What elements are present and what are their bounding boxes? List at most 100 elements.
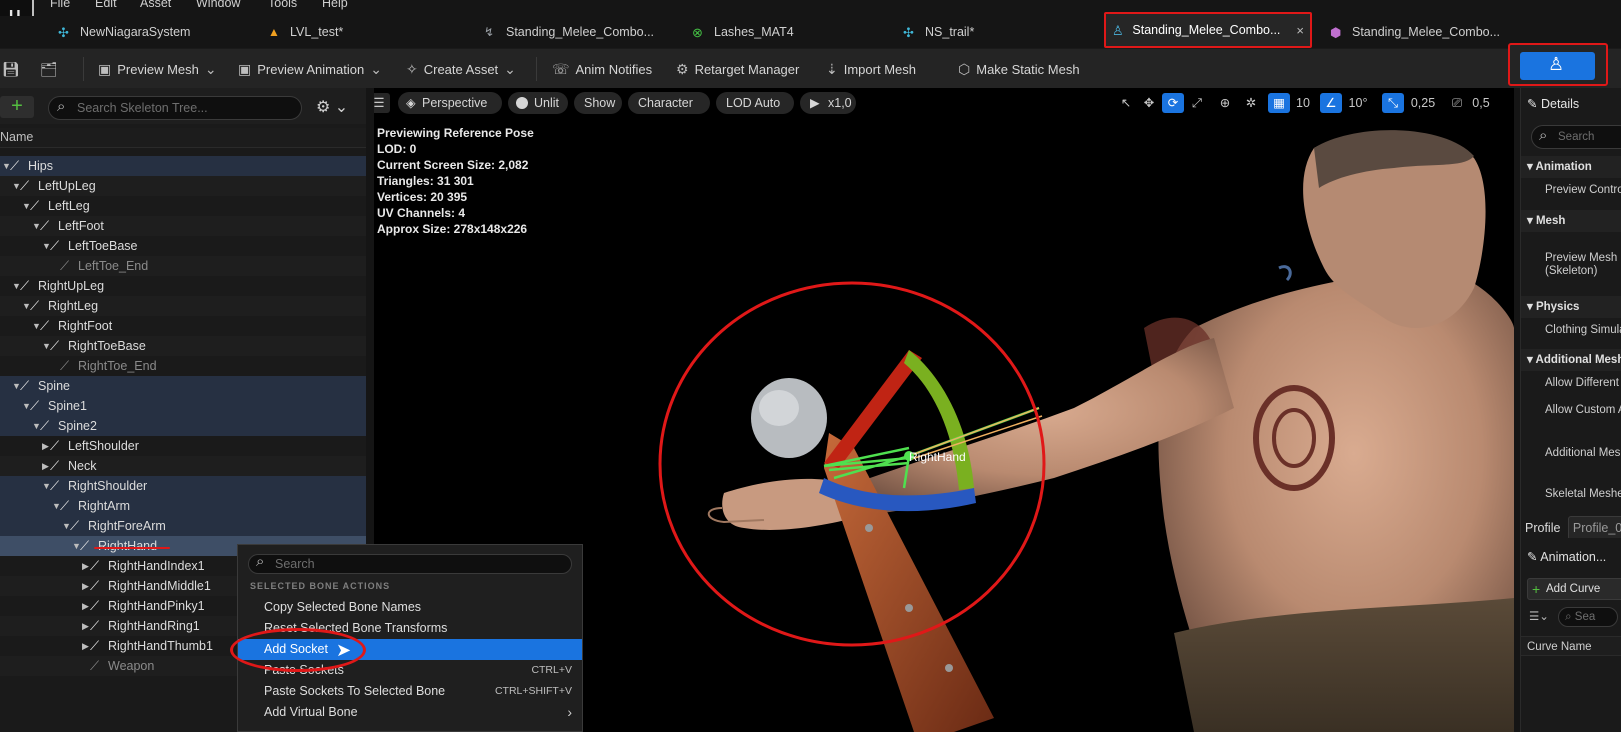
import-mesh-button[interactable]: ⇣ Import Mesh	[826, 58, 916, 80]
bone-row-righttoe-end[interactable]: ⟋ RightToe_End	[0, 356, 366, 376]
scale-mode-icon[interactable]: ⤢	[1186, 93, 1208, 113]
perspective-button[interactable]: ◈ Perspective	[398, 92, 502, 114]
curve-name-column-header: Curve Name	[1521, 636, 1621, 656]
copy-selected-bone-names-item[interactable]: Copy Selected Bone Names	[238, 597, 582, 618]
scale-snap-icon[interactable]: ⤡	[1382, 93, 1404, 113]
unlit-button[interactable]: Unlit	[508, 92, 568, 114]
details-section-physics[interactable]: ▾ Physics	[1521, 296, 1621, 318]
anim-notifies-button[interactable]: ☏ Anim Notifies	[552, 58, 652, 80]
bone-row-leftfoot[interactable]: ▼ ⟋ LeftFoot	[0, 216, 366, 236]
menu-edit[interactable]: Edit	[95, 0, 117, 10]
bone-row-righttoebase[interactable]: ▼ ⟋ RightToeBase	[0, 336, 366, 356]
details-section-mesh[interactable]: ▾ Mesh	[1521, 210, 1621, 232]
animation-curves-tab[interactable]: ✎ Animation...	[1521, 546, 1621, 568]
bone-icon: ⟋	[80, 538, 90, 553]
expand-arrow-icon[interactable]: ▶	[82, 556, 89, 576]
details-section-additional-mesh[interactable]: ▾ Additional Mesh	[1521, 349, 1621, 371]
bone-row-rightleg[interactable]: ▼ ⟋ RightLeg	[0, 296, 366, 316]
preview-mesh-button[interactable]: ▣ Preview Mesh ⌄	[98, 58, 217, 80]
profile-dropdown[interactable]: Profile_0	[1567, 516, 1621, 538]
details-section-animation[interactable]: ▾ Animation	[1521, 156, 1621, 178]
preview-animation-button[interactable]: ▣ Preview Animation ⌄	[238, 58, 382, 80]
paste-sockets-to-selected-bone-item[interactable]: Paste Sockets To Selected Bone CTRL+SHIF…	[238, 681, 582, 702]
stats-line: Vertices: 20 395	[377, 190, 468, 204]
bone-row-rightupleg[interactable]: ▼ ⟋ RightUpLeg	[0, 276, 366, 296]
bone-row-hips[interactable]: ▼ ⟋ Hips	[0, 156, 366, 176]
bone-row-spine[interactable]: ▼ ⟋ Spine	[0, 376, 366, 396]
details-tab[interactable]: ✎ Details	[1521, 94, 1621, 114]
save-icon[interactable]: 💾︎	[2, 58, 20, 80]
expand-arrow-icon[interactable]: ▶	[42, 456, 49, 476]
gear-icon[interactable]: ⚙ ⌄	[316, 97, 348, 117]
viewport-menu-icon[interactable]: ☰	[374, 93, 390, 113]
bone-name-label: Spine1	[48, 399, 87, 413]
expand-arrow-icon[interactable]: ▶	[82, 636, 89, 656]
details-search-input[interactable]: ⌕ Search	[1531, 125, 1621, 149]
rotate-mode-icon[interactable]: ⟳	[1162, 93, 1184, 113]
lod-auto-button[interactable]: LOD Auto	[716, 92, 794, 114]
bone-row-rightfoot[interactable]: ▼ ⟋ RightFoot	[0, 316, 366, 336]
menu-help[interactable]: Help	[322, 0, 348, 10]
bone-row-lefttoebase[interactable]: ▼ ⟋ LeftToeBase	[0, 236, 366, 256]
show-button[interactable]: Show	[574, 92, 622, 114]
select-mode-icon[interactable]: ↖	[1116, 93, 1136, 113]
play-icon: ▶	[810, 96, 820, 110]
tab-lvl-test[interactable]: ▲ LVL_test*	[268, 16, 343, 48]
menu-file[interactable]: File	[50, 0, 70, 10]
tab-standing-melee-animation[interactable]: ↯ Standing_Melee_Combo...	[484, 16, 654, 48]
close-tab-icon[interactable]: ×	[1296, 23, 1304, 38]
scale-snap-value[interactable]: 0,25	[1406, 93, 1440, 113]
filter-icon[interactable]: ☰⌄	[1529, 611, 1549, 623]
bone-row-spine1[interactable]: ▼ ⟋ Spine1	[0, 396, 366, 416]
tab-ns-trail[interactable]: ✣ NS_trail*	[903, 16, 974, 48]
add-curve-button[interactable]: + Add Curve	[1527, 578, 1621, 600]
bone-row-rightforearm[interactable]: ▼ ⟋ RightForeArm	[0, 516, 366, 536]
grid-snap-icon[interactable]: ▦	[1268, 93, 1290, 113]
bone-name-label: LeftShoulder	[68, 439, 139, 453]
menu-asset[interactable]: Asset	[140, 0, 171, 10]
tab-standing-melee-skeleton[interactable]: ♙ Standing_Melee_Combo... ×	[1104, 12, 1312, 48]
rotation-snap-icon[interactable]: ∠	[1320, 93, 1342, 113]
bone-row-leftshoulder[interactable]: ▶ ⟋ LeftShoulder	[0, 436, 366, 456]
animation-icon: ↯	[484, 25, 495, 39]
expand-arrow-icon[interactable]: ▶	[82, 596, 89, 616]
tab-lashes-mat4[interactable]: ⊗ Lashes_MAT4	[692, 16, 794, 48]
niagara-system-icon: ✣	[903, 25, 914, 40]
skeleton-tree-search-input[interactable]: Search Skeleton Tree...	[48, 96, 302, 120]
asset-tab-bar: ✣ NewNiagaraSystem ▲ LVL_test* ↯ Standin…	[0, 12, 1621, 48]
add-bone-button[interactable]: +	[0, 96, 34, 118]
add-virtual-bone-item[interactable]: Add Virtual Bone ›	[238, 702, 582, 723]
coordinate-space-icon[interactable]: ⊕	[1214, 93, 1236, 113]
bone-row-spine2[interactable]: ▼ ⟋ Spine2	[0, 416, 366, 436]
bone-row-rightshoulder[interactable]: ▼ ⟋ RightShoulder	[0, 476, 366, 496]
surface-snap-icon[interactable]: ✲	[1240, 93, 1262, 113]
create-asset-button[interactable]: ✧ Create Asset ⌄	[406, 58, 516, 80]
curve-search-input[interactable]: ⌕ Sea	[1558, 607, 1619, 627]
make-static-mesh-button[interactable]: ⬡ Make Static Mesh	[958, 58, 1080, 80]
expand-arrow-icon[interactable]: ▶	[42, 436, 49, 456]
tab-standing-melee-physics[interactable]: ⬢ Standing_Melee_Combo...	[1330, 16, 1500, 48]
tab-new-niagara-system[interactable]: ✣ NewNiagaraSystem	[58, 16, 190, 48]
context-menu-search-input[interactable]: Search	[248, 553, 572, 574]
skeleton-mode-button[interactable]	[1508, 43, 1608, 86]
bone-row-leftupleg[interactable]: ▼ ⟋ LeftUpLeg	[0, 176, 366, 196]
camera-speed-icon[interactable]: ⎚	[1446, 93, 1468, 113]
camera-speed-value[interactable]: 0,5	[1468, 93, 1494, 113]
grid-snap-value[interactable]: 10	[1292, 93, 1314, 113]
playback-speed-button[interactable]: ▶ x1,0	[800, 92, 856, 114]
bone-row-neck[interactable]: ▶ ⟋ Neck	[0, 456, 366, 476]
bone-row-lefttoe-end[interactable]: ⟋ LeftToe_End	[0, 256, 366, 276]
expand-arrow-icon[interactable]: ▶	[82, 576, 89, 596]
retarget-manager-button[interactable]: ⚙ Retarget Manager	[676, 58, 799, 80]
browse-asset-icon[interactable]: 🗂︎	[40, 58, 58, 80]
translate-mode-icon[interactable]: ✥	[1138, 93, 1160, 113]
sphere-icon	[516, 97, 528, 109]
menu-tools[interactable]: Tools	[268, 0, 297, 10]
bone-row-rightarm[interactable]: ▼ ⟋ RightArm	[0, 496, 366, 516]
curve-filter-row: ☰⌄ ⌕ Sea	[1521, 606, 1621, 628]
menu-window[interactable]: Window	[196, 0, 240, 10]
rotation-snap-value[interactable]: 10°	[1344, 93, 1372, 113]
bone-row-leftleg[interactable]: ▼ ⟋ LeftLeg	[0, 196, 366, 216]
character-button[interactable]: Character	[628, 92, 710, 114]
expand-arrow-icon[interactable]: ▶	[82, 616, 89, 636]
